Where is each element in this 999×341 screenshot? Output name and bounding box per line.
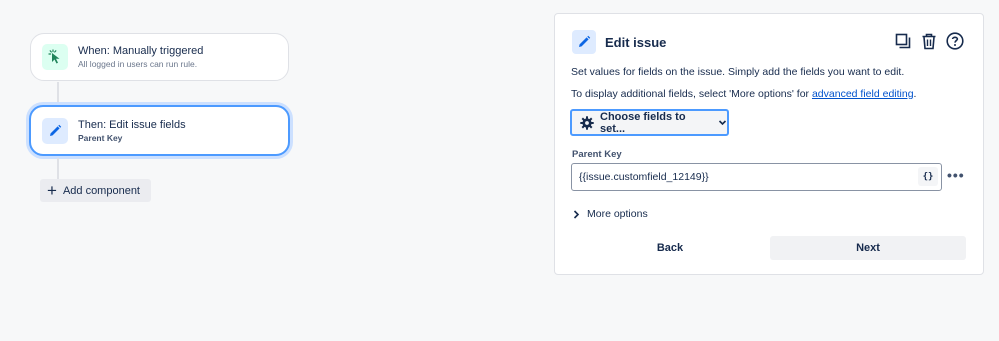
- trigger-title: When: Manually triggered: [78, 45, 204, 57]
- trigger-card[interactable]: When: Manually triggered All logged in u…: [30, 33, 289, 81]
- back-button[interactable]: Back: [572, 236, 768, 260]
- pencil-icon: [42, 117, 68, 144]
- add-component-button[interactable]: + Add component: [40, 179, 151, 202]
- chevron-down-icon: [718, 118, 727, 127]
- trigger-subtitle: All logged in users can run rule.: [78, 59, 198, 69]
- advanced-field-editing-link[interactable]: advanced field editing: [812, 88, 914, 100]
- chevron-right-icon: [573, 209, 580, 219]
- pencil-icon: [572, 30, 596, 54]
- panel-title: Edit issue: [605, 34, 667, 50]
- duplicate-icon[interactable]: [893, 31, 913, 51]
- more-options-label: More options: [587, 208, 648, 220]
- help-icon[interactable]: [945, 31, 965, 51]
- action-title: Then: Edit issue fields: [78, 118, 186, 131]
- edit-issue-panel: Edit issue Set values for fields on the …: [554, 13, 984, 275]
- choose-fields-label: Choose fields to set...: [600, 110, 686, 135]
- panel-description: Set values for fields on the issue. Simp…: [571, 66, 905, 78]
- plus-icon: +: [47, 181, 57, 200]
- more-fields-hint: To display additional fields, select 'Mo…: [571, 88, 916, 100]
- choose-fields-button[interactable]: Choose fields to set...: [570, 109, 729, 136]
- more-actions-icon[interactable]: •••: [947, 167, 965, 183]
- add-component-label: Add component: [62, 184, 140, 197]
- parent-key-value: {{issue.customfield_12149}}: [579, 171, 709, 183]
- trash-icon[interactable]: [919, 31, 939, 51]
- panel-tools: [893, 31, 965, 51]
- flow-connector: [57, 158, 59, 179]
- parent-key-label: Parent Key: [572, 149, 622, 160]
- flow-connector: [57, 82, 59, 104]
- cursor-click-icon: [42, 44, 68, 70]
- panel-header: Edit issue: [572, 30, 666, 54]
- gear-icon: [580, 115, 594, 130]
- more-options-toggle[interactable]: More options: [573, 208, 648, 220]
- next-button[interactable]: Next: [770, 236, 966, 260]
- more-fields-suffix: .: [913, 88, 917, 100]
- smart-value-button[interactable]: {}: [918, 167, 938, 186]
- action-card[interactable]: Then: Edit issue fields Parent Key: [29, 105, 290, 156]
- parent-key-input[interactable]: {{issue.customfield_12149}} {}: [571, 163, 942, 191]
- action-subtitle: Parent Key: [78, 132, 123, 143]
- more-fields-prefix: To display additional fields, select 'Mo…: [571, 88, 812, 100]
